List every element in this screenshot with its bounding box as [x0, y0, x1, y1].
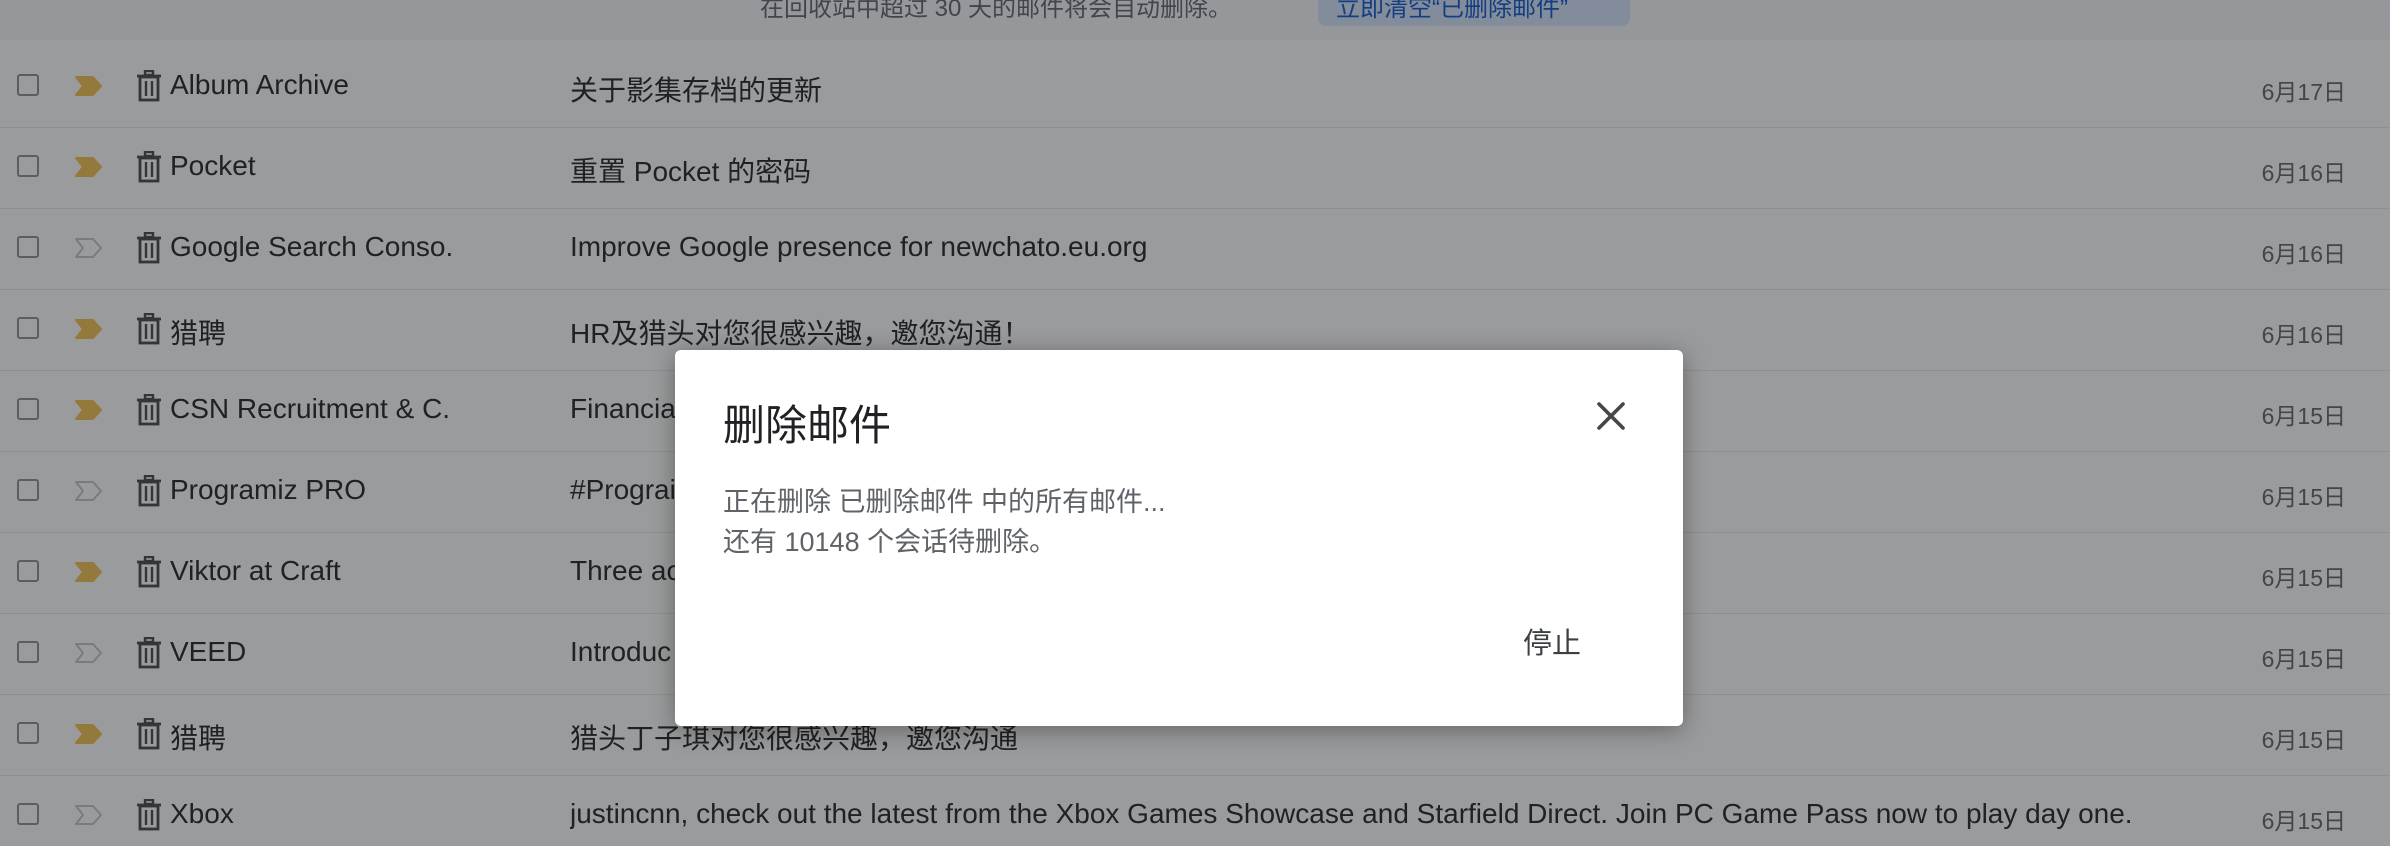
stop-button[interactable]: 停止	[1507, 616, 1597, 666]
gmail-trash-page: 在回收站中超过 30 天的邮件将会自动删除。 立即清空“已删除邮件” Album…	[0, 0, 2390, 846]
delete-progress-dialog: 删除邮件 正在删除 已删除邮件 中的所有邮件... 还有 10148 个会话待删…	[675, 350, 1683, 726]
close-icon[interactable]	[1591, 396, 1631, 436]
dialog-remaining-text: 还有 10148 个会话待删除。	[723, 527, 1057, 557]
dialog-progress-text: 正在删除 已删除邮件 中的所有邮件...	[723, 487, 1166, 517]
dialog-title: 删除邮件	[723, 402, 892, 449]
